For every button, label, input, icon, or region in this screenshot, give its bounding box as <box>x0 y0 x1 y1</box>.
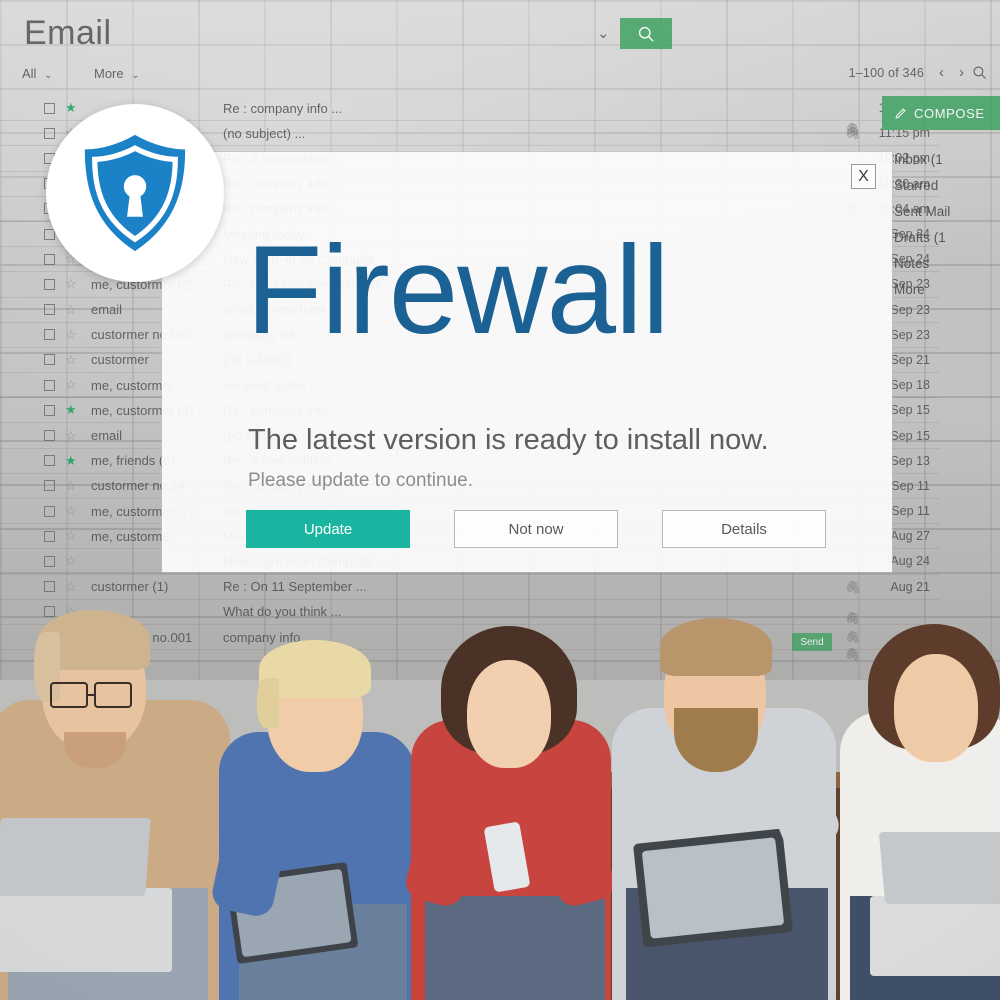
star-icon[interactable]: ☆ <box>65 377 79 393</box>
person-4 <box>608 560 845 1000</box>
filter-more-dropdown[interactable]: More ⌄ <box>94 66 140 81</box>
list-search-button[interactable] <box>971 64 988 86</box>
search-button[interactable] <box>620 18 672 49</box>
star-icon[interactable]: ★ <box>65 402 79 418</box>
row-checkbox[interactable] <box>44 455 55 467</box>
row-checkbox[interactable] <box>44 354 55 366</box>
screenshot-stage: Email ⌄ All ⌄ More ⌄ 1–100 of 346 ‹ › ★ R… <box>0 0 1000 1000</box>
email-subject: Re : company info ... <box>223 100 343 116</box>
app-title: Email <box>24 14 112 52</box>
pagination-prev-button[interactable]: ‹ <box>939 64 944 81</box>
star-icon[interactable]: ☆ <box>65 428 79 444</box>
filter-more-label: More <box>94 66 124 81</box>
row-checkbox[interactable] <box>44 278 55 290</box>
compose-label: COMPOSE <box>914 105 985 121</box>
row-checkbox[interactable] <box>44 253 55 265</box>
row-checkbox[interactable] <box>44 102 55 114</box>
row-checkbox[interactable] <box>44 127 55 139</box>
star-icon[interactable]: ☆ <box>65 302 79 318</box>
rail-item-inbox[interactable]: Inbox (1 <box>880 146 1000 172</box>
star-icon[interactable]: ★ <box>65 100 79 116</box>
rail-item-notes[interactable]: Notes <box>880 250 1000 276</box>
pencil-icon <box>895 107 906 119</box>
row-checkbox[interactable] <box>44 480 55 492</box>
rail-item-drafts[interactable]: Drafts (1 <box>880 224 1000 250</box>
row-checkbox[interactable] <box>44 430 55 442</box>
rail-item-more[interactable]: More <box>880 276 1000 302</box>
people-photo <box>0 540 1000 1000</box>
dialog-headline: The latest version is ready to install n… <box>248 424 769 456</box>
attachment-icon: 🖇 <box>845 122 861 136</box>
star-icon[interactable]: ☆ <box>65 327 79 343</box>
close-icon[interactable]: X <box>851 164 876 189</box>
star-icon[interactable]: ☆ <box>65 478 79 494</box>
row-checkbox[interactable] <box>44 329 55 341</box>
row-checkbox[interactable] <box>44 379 55 391</box>
person-2 <box>209 580 425 1000</box>
person-3 <box>402 570 620 1000</box>
mail-folder-rail: Inbox (1 Starred Sent Mail Drafts (1 Notes Mo… <box>880 146 1000 302</box>
star-icon[interactable]: ☆ <box>65 276 79 292</box>
chevron-down-icon: ⌄ <box>131 70 140 81</box>
row-checkbox[interactable] <box>44 505 55 517</box>
dialog-note: Please update to continue. <box>248 470 474 491</box>
star-icon[interactable]: ★ <box>65 453 79 469</box>
filter-all-label: All <box>22 66 37 81</box>
security-badge <box>46 104 224 282</box>
rail-item-sent[interactable]: Sent Mail <box>880 198 1000 224</box>
pagination-range: 1–100 of 346 <box>848 66 924 80</box>
person-5 <box>840 570 1000 1000</box>
search-icon <box>638 26 654 42</box>
firewall-update-dialog: X Firewall The latest version is ready t… <box>162 152 892 572</box>
shield-lock-icon <box>84 134 186 252</box>
pagination-next-button[interactable]: › <box>959 64 964 81</box>
chevron-down-icon: ⌄ <box>44 70 53 81</box>
row-checkbox[interactable] <box>44 304 55 316</box>
star-icon[interactable]: ☆ <box>65 503 79 519</box>
search-dropdown-caret[interactable]: ⌄ <box>597 24 610 42</box>
email-subject: (no subject) ... <box>223 125 306 141</box>
person-1 <box>0 540 240 1000</box>
rail-item-starred[interactable]: Starred <box>880 172 1000 198</box>
row-checkbox[interactable] <box>44 404 55 416</box>
compose-button[interactable]: COMPOSE <box>882 96 1000 130</box>
filter-all-dropdown[interactable]: All ⌄ <box>22 66 52 81</box>
dialog-title: Firewall <box>246 221 670 360</box>
search-icon <box>973 66 986 79</box>
star-icon[interactable]: ☆ <box>65 352 79 368</box>
